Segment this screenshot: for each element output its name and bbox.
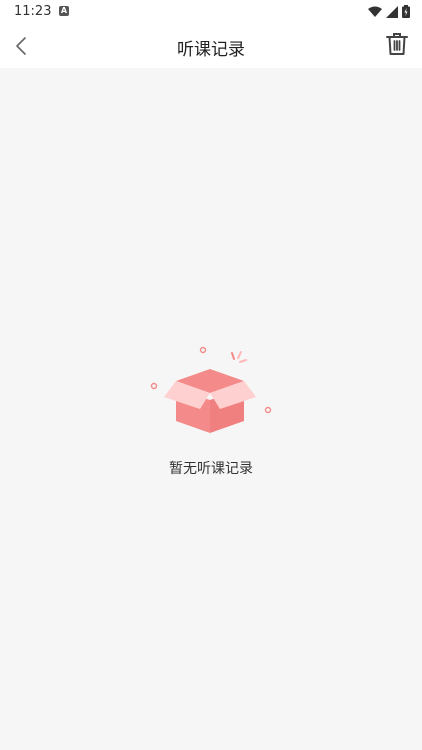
page-title: 听课记录 — [177, 40, 245, 60]
empty-message: 暂无听课记录 — [169, 461, 253, 477]
status-bar: 11:23 A — [0, 0, 422, 24]
empty-box-icon — [150, 346, 272, 433]
content-area: 暂无听课记录 — [0, 68, 422, 750]
signal-icon — [386, 5, 398, 18]
delete-button[interactable] — [386, 32, 410, 58]
wifi-icon — [368, 6, 382, 17]
status-icons — [368, 5, 410, 18]
app-bar: 听课记录 — [0, 24, 422, 68]
battery-icon — [402, 5, 410, 18]
status-time: 11:23 — [14, 4, 52, 19]
trash-icon — [386, 33, 408, 55]
notification-icon: A — [59, 6, 69, 16]
